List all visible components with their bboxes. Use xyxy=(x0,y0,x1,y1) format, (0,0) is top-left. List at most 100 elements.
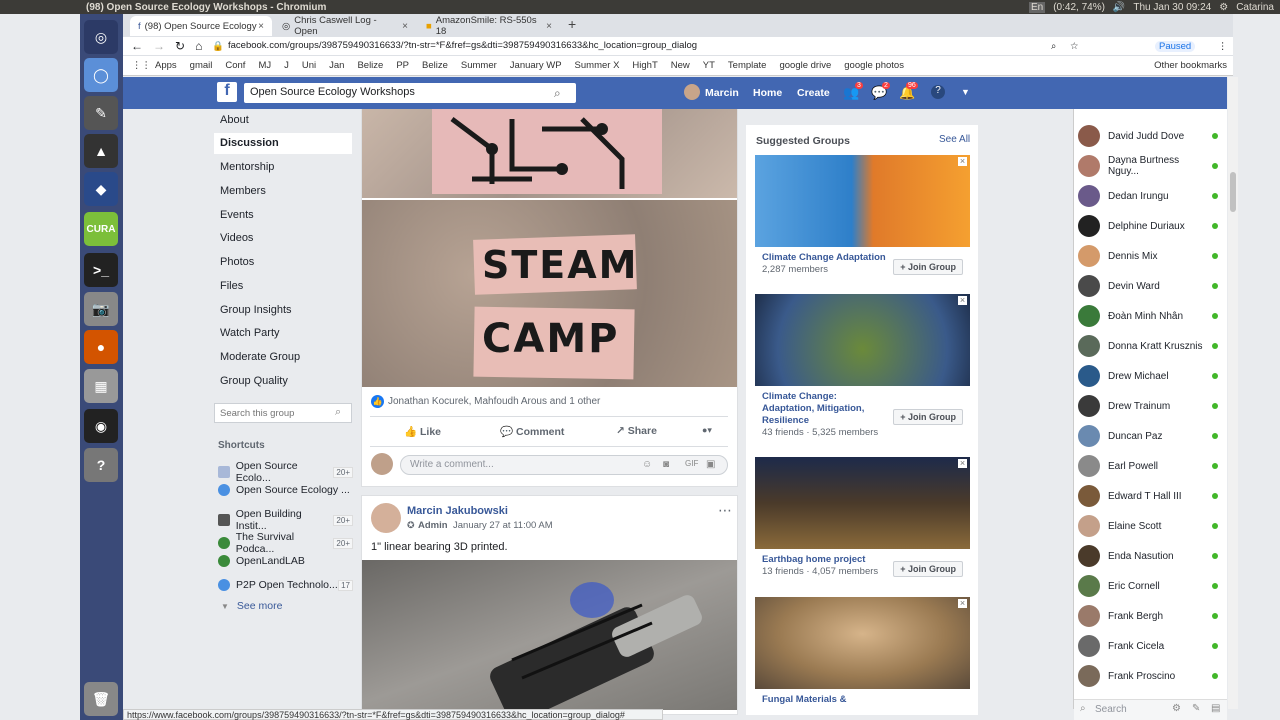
contact-item[interactable]: David Judd Dove xyxy=(1078,124,1218,148)
bookmark-uni[interactable]: Uni xyxy=(302,60,316,71)
bookmark-summer-x[interactable]: Summer X xyxy=(575,60,620,71)
emoji-icon[interactable]: ☺ xyxy=(642,459,652,470)
contact-item[interactable]: Donna Kratt Krusznis xyxy=(1078,334,1218,358)
volume-icon[interactable]: 🔊 xyxy=(1113,2,1125,13)
ubuntu-dash-icon[interactable]: ◎ xyxy=(84,20,118,54)
scrollbar-thumb[interactable] xyxy=(1230,172,1236,212)
chromium-icon[interactable]: ◯ xyxy=(84,58,118,92)
chat-search-input[interactable]: Search xyxy=(1095,704,1127,715)
contact-item[interactable]: Eric Cornell xyxy=(1078,574,1218,598)
post-author[interactable]: Marcin Jakubowski xyxy=(407,505,508,517)
nav-videos[interactable]: Videos xyxy=(220,232,253,244)
group-cover-image[interactable] xyxy=(755,155,970,247)
contact-item[interactable]: Dayna Burtness Nguy... xyxy=(1078,154,1218,178)
bookmark-belize-2[interactable]: Belize xyxy=(422,60,448,71)
nav-about[interactable]: About xyxy=(220,114,249,126)
contact-item[interactable]: Drew Trainum xyxy=(1078,394,1218,418)
gimp-icon[interactable]: ✎ xyxy=(84,96,118,130)
new-tab-button[interactable]: + xyxy=(568,16,576,32)
post-date[interactable]: January 27 at 11:00 AM xyxy=(453,520,553,531)
join-group-button[interactable]: + Join Group xyxy=(893,409,963,425)
terminal-icon[interactable]: >_ xyxy=(84,253,118,287)
profile-link[interactable]: Marcin xyxy=(705,87,739,99)
other-bookmarks[interactable]: Other bookmarks xyxy=(1154,60,1227,71)
battery-status[interactable]: (0:42, 74%) xyxy=(1053,2,1105,13)
camera-icon[interactable]: ◙ xyxy=(663,459,669,470)
group-name[interactable]: Climate Change: Adaptation, Mitigation, … xyxy=(762,391,872,427)
reactions-text[interactable]: Jonathan Kocurek, Mahfoudh Arous and 1 o… xyxy=(388,396,600,407)
post-image-main[interactable]: STEAM CAMP xyxy=(362,200,737,387)
back-icon[interactable]: ← xyxy=(131,39,143,53)
bookmark-apps[interactable]: Apps xyxy=(155,60,177,71)
nav-photos[interactable]: Photos xyxy=(220,256,254,268)
close-icon[interactable]: × xyxy=(958,599,967,608)
bookmark-conf[interactable]: Conf xyxy=(225,60,245,71)
bookmark-gmail[interactable]: gmail xyxy=(190,60,213,71)
group-name[interactable]: Fungal Materials & xyxy=(762,694,970,706)
nav-discussion[interactable]: Discussion xyxy=(220,137,279,149)
suggested-group-card[interactable]: × Fungal Materials & xyxy=(755,597,970,709)
gear-icon[interactable]: ⚙ xyxy=(1219,2,1228,13)
close-icon[interactable]: × xyxy=(958,459,967,468)
help-icon[interactable]: ? xyxy=(84,448,118,482)
bookmark-mj[interactable]: MJ xyxy=(258,60,271,71)
contact-item[interactable]: Duncan Paz xyxy=(1078,424,1218,448)
contact-item[interactable]: Enda Nasution xyxy=(1078,544,1218,568)
menu-icon[interactable]: ⋮ xyxy=(1218,41,1228,52)
page-scrollbar[interactable] xyxy=(1228,77,1238,709)
tab-amazon[interactable]: ■ AmazonSmile: RS-550s 18 × xyxy=(418,15,560,37)
contact-item[interactable]: Frank Proscino xyxy=(1078,664,1218,688)
camera-icon[interactable]: 📷 xyxy=(84,292,118,326)
search-icon[interactable]: ⌕ xyxy=(554,86,561,101)
close-icon[interactable]: × xyxy=(546,21,552,32)
sidebar-toggle-icon[interactable]: ▤ xyxy=(1211,703,1220,714)
group-cover-image[interactable] xyxy=(755,457,970,549)
star-icon[interactable]: ☆ xyxy=(1070,41,1079,52)
contact-item[interactable]: Frank Bergh xyxy=(1078,604,1218,628)
nav-moderate-group[interactable]: Moderate Group xyxy=(220,351,300,363)
close-icon[interactable]: × xyxy=(402,21,408,32)
contact-item[interactable]: Elaine Scott xyxy=(1078,514,1218,538)
close-icon[interactable]: × xyxy=(958,157,967,166)
more-options-icon[interactable]: ⋯ xyxy=(718,502,732,519)
nav-mentorship[interactable]: Mentorship xyxy=(220,161,274,173)
contact-item[interactable]: Earl Powell xyxy=(1078,454,1218,478)
join-group-button[interactable]: + Join Group xyxy=(893,561,963,577)
reload-icon[interactable]: ↻ xyxy=(175,39,185,53)
close-icon[interactable]: × xyxy=(258,21,264,32)
compose-icon[interactable]: ✎ xyxy=(1192,703,1200,714)
paused-button[interactable]: Paused xyxy=(1155,40,1196,52)
post-image-top[interactable] xyxy=(362,109,737,198)
sticker-icon[interactable]: ▣ xyxy=(706,459,715,470)
contact-item[interactable]: Drew Michael xyxy=(1078,364,1218,388)
bookmark-january-wp[interactable]: January WP xyxy=(510,60,562,71)
firefox-icon[interactable]: ● xyxy=(84,330,118,364)
bookmark-hight[interactable]: HighT xyxy=(632,60,657,71)
comment-button[interactable]: 💬 Comment xyxy=(500,425,564,438)
user-name[interactable]: Catarina xyxy=(1236,2,1274,13)
bookmark-template[interactable]: Template xyxy=(728,60,767,71)
gif-icon[interactable]: GIF xyxy=(685,459,698,468)
account-menu-icon[interactable]: ▼ xyxy=(961,87,970,97)
calculator-icon[interactable]: ▦ xyxy=(84,369,118,403)
tab-fb[interactable]: f (98) Open Source Ecology × xyxy=(130,16,272,36)
nav-watch-party[interactable]: Watch Party xyxy=(220,327,280,339)
bookmark-google-drive[interactable]: google drive xyxy=(779,60,831,71)
tab-log[interactable]: ◎ Chris Caswell Log - Open × xyxy=(274,15,416,37)
zoom-icon[interactable]: ⌕ xyxy=(1051,41,1056,52)
post-image[interactable] xyxy=(362,560,737,720)
post-as-selector[interactable]: ●▾ xyxy=(702,425,712,436)
bookmark-pp[interactable]: PP xyxy=(396,60,409,71)
gear-icon[interactable]: ⚙ xyxy=(1172,703,1181,714)
nav-files[interactable]: Files xyxy=(220,280,243,292)
trash-icon[interactable]: 🗑 xyxy=(84,682,118,716)
nav-group-quality[interactable]: Group Quality xyxy=(220,375,288,387)
nav-members[interactable]: Members xyxy=(220,185,266,197)
clock[interactable]: Thu Jan 30 09:24 xyxy=(1133,2,1211,13)
suggested-group-card[interactable]: × Earthbag home project 13 friends · 4,0… xyxy=(755,457,970,587)
avatar[interactable] xyxy=(371,503,401,533)
close-icon[interactable]: × xyxy=(958,296,967,305)
apps-icon[interactable]: ⋮⋮ xyxy=(132,60,151,71)
forward-icon[interactable]: → xyxy=(153,39,165,53)
bookmark-yt[interactable]: YT xyxy=(703,60,715,71)
